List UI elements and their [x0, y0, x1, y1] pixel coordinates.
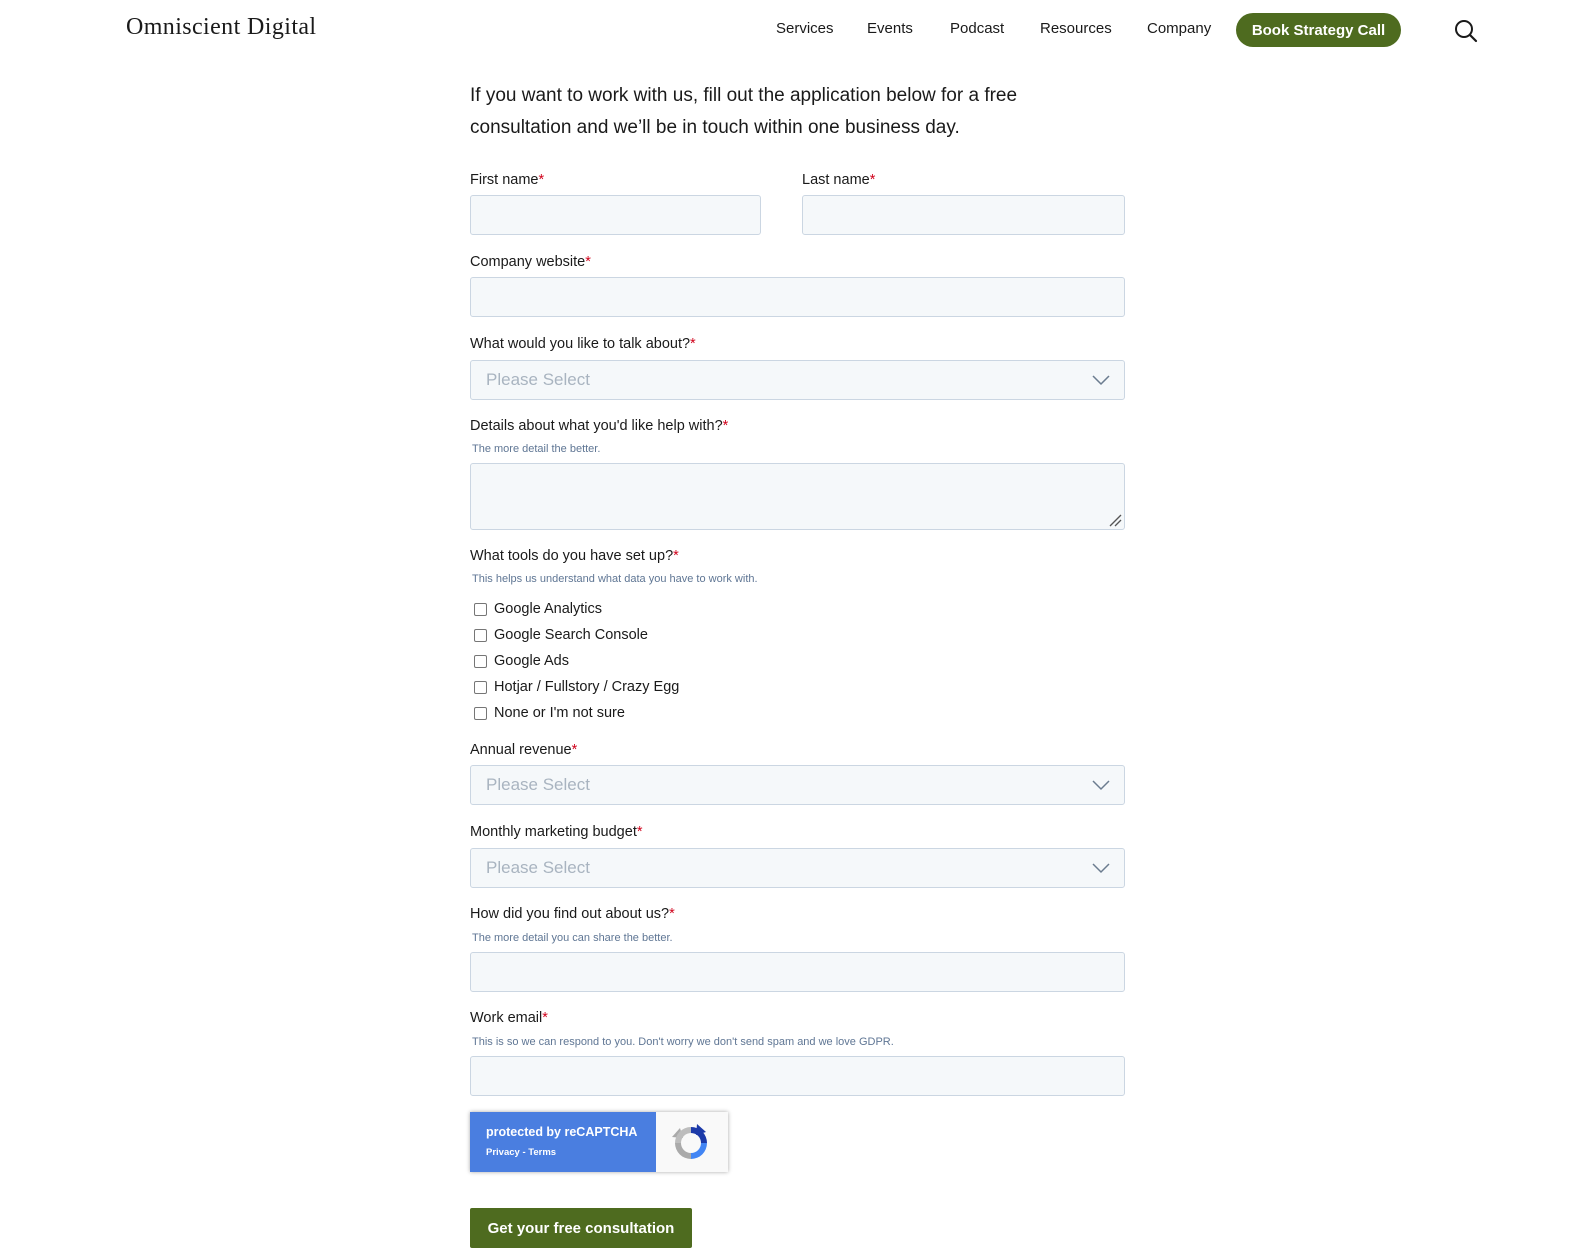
- details-help-text: The more detail the better.: [472, 443, 601, 455]
- intro-text: If you want to work with us, fill out th…: [470, 85, 1018, 138]
- nav-item-events[interactable]: Events: [867, 20, 913, 37]
- site-logo[interactable]: Omniscient Digital: [126, 14, 317, 41]
- marketing-budget-selected-value: Please Select: [486, 858, 590, 877]
- checkbox-label[interactable]: Hotjar / Fullstory / Crazy Egg: [494, 679, 679, 695]
- chevron-down-icon: [1092, 375, 1110, 386]
- checkbox-box[interactable]: [474, 654, 487, 668]
- recaptcha-link-separator: -: [519, 1147, 529, 1158]
- required-mark: *: [636, 824, 643, 840]
- required-mark: *: [722, 418, 729, 434]
- required-mark: *: [690, 336, 696, 352]
- details-textarea[interactable]: [470, 463, 1125, 530]
- tools-help-text: This helps us understand what data you h…: [472, 573, 758, 585]
- recaptcha-privacy-link[interactable]: Privacy: [486, 1147, 520, 1158]
- found-us-input[interactable]: [470, 952, 1125, 992]
- company-website-label: Company website*: [470, 254, 591, 270]
- required-mark: *: [669, 906, 675, 922]
- search-button[interactable]: [1453, 18, 1479, 44]
- talk-about-select[interactable]: Please Select: [470, 360, 1125, 400]
- recaptcha-panel: protected by reCAPTCHA Privacy - Terms: [470, 1112, 656, 1172]
- checkbox-none-or-not-sure[interactable]: None or I'm not sure: [474, 702, 625, 724]
- nav-item-podcast[interactable]: Podcast: [950, 20, 1004, 37]
- checkbox-label[interactable]: Google Ads: [494, 653, 569, 669]
- recaptcha-links: Privacy - Terms: [486, 1147, 556, 1158]
- checkbox-google-search-console[interactable]: Google Search Console: [474, 624, 648, 646]
- last-name-label: Last name*: [802, 172, 876, 188]
- resize-handle-icon[interactable]: [1108, 513, 1122, 527]
- checkbox-google-analytics[interactable]: Google Analytics: [474, 598, 602, 620]
- work-email-label: Work email*: [470, 1010, 548, 1026]
- marketing-budget-label: Monthly marketing budget*: [470, 824, 643, 840]
- nav-item-company[interactable]: Company: [1147, 20, 1211, 37]
- book-strategy-call-button[interactable]: Book Strategy Call: [1236, 13, 1401, 47]
- recaptcha-badge: protected by reCAPTCHA Privacy - Terms: [470, 1112, 728, 1172]
- search-icon: [1455, 20, 1478, 43]
- talk-about-selected-value: Please Select: [486, 370, 590, 389]
- checkbox-label[interactable]: Google Search Console: [494, 627, 648, 643]
- found-us-help-text: The more detail you can share the better…: [472, 932, 673, 944]
- recaptcha-title: protected by reCAPTCHA: [486, 1125, 638, 1139]
- checkbox-box[interactable]: [474, 602, 487, 616]
- company-website-input[interactable]: [470, 277, 1125, 317]
- checkbox-box[interactable]: [474, 628, 487, 642]
- nav-item-resources[interactable]: Resources: [1040, 20, 1112, 37]
- required-mark: *: [673, 548, 679, 564]
- required-mark: *: [542, 1010, 548, 1026]
- talk-about-label: What would you like to talk about?*: [470, 336, 696, 352]
- checkbox-label[interactable]: None or I'm not sure: [494, 705, 625, 721]
- marketing-budget-select[interactable]: Please Select: [470, 848, 1125, 888]
- chevron-down-icon: [1092, 863, 1110, 874]
- get-free-consultation-button[interactable]: Get your free consultation: [470, 1208, 692, 1248]
- first-name-input[interactable]: [470, 195, 761, 235]
- work-email-help-text: This is so we can respond to you. Don't …: [472, 1036, 894, 1048]
- required-mark: *: [538, 172, 545, 188]
- annual-revenue-label: Annual revenue*: [470, 742, 578, 758]
- checkbox-google-ads[interactable]: Google Ads: [474, 650, 569, 672]
- checkbox-label[interactable]: Google Analytics: [494, 601, 602, 617]
- found-us-label: How did you find out about us?*: [470, 906, 675, 922]
- checkbox-box[interactable]: [474, 706, 487, 720]
- checkbox-box[interactable]: [474, 680, 487, 694]
- details-label: Details about what you'd like help with?…: [470, 418, 729, 434]
- tools-label: What tools do you have set up?*: [470, 548, 679, 564]
- checkbox-hotjar-fullstory-crazy-egg[interactable]: Hotjar / Fullstory / Crazy Egg: [474, 676, 679, 698]
- chevron-down-icon: [1092, 780, 1110, 791]
- required-mark: *: [869, 172, 876, 188]
- required-mark: *: [571, 742, 578, 758]
- nav-item-services[interactable]: Services: [776, 20, 834, 37]
- first-name-label: First name*: [470, 172, 545, 188]
- annual-revenue-select[interactable]: Please Select: [470, 765, 1125, 805]
- recaptcha-logo-icon: [672, 1124, 707, 1159]
- work-email-input[interactable]: [470, 1056, 1125, 1096]
- required-mark: *: [585, 254, 591, 270]
- last-name-input[interactable]: [802, 195, 1125, 235]
- recaptcha-terms-link[interactable]: Terms: [528, 1147, 556, 1158]
- site-header: Omniscient Digital Services Events Podca…: [0, 0, 1596, 60]
- annual-revenue-selected-value: Please Select: [486, 775, 590, 794]
